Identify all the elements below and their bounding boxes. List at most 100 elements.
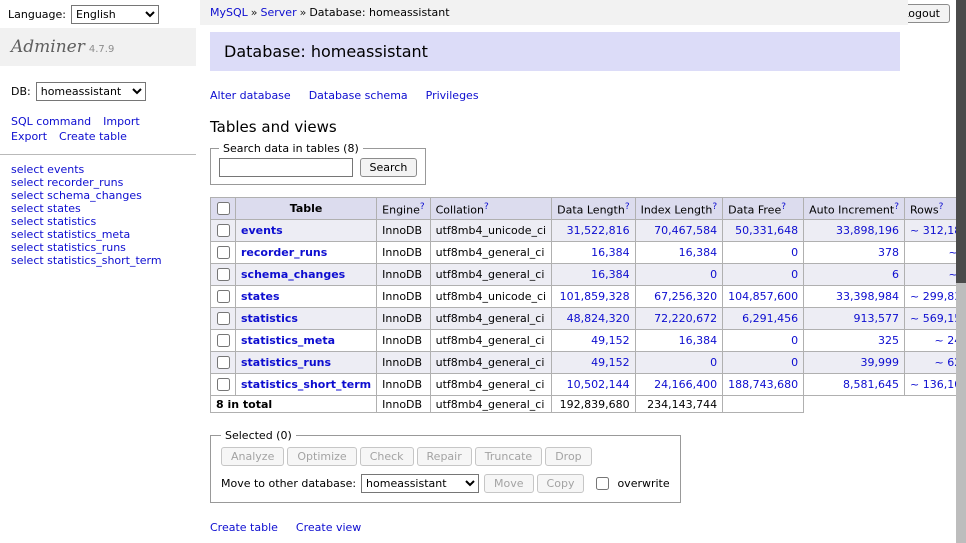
auto-increment-link[interactable]: 33,398,984	[836, 290, 899, 303]
data-length-link[interactable]: 101,859,328	[560, 290, 630, 303]
index-length-cell: 16,384	[635, 330, 723, 352]
index-length-link[interactable]: 16,384	[679, 334, 718, 347]
scrollbar-thumb[interactable]	[956, 0, 966, 283]
sidebar-select-statistics[interactable]: select statistics	[11, 215, 196, 228]
table-link-states[interactable]: states	[241, 290, 280, 303]
action-link-database-schema[interactable]: Database schema	[309, 89, 408, 102]
help-link[interactable]: ?	[625, 202, 630, 212]
adminer-logo-text[interactable]: Adminer	[11, 37, 85, 57]
data-free-link[interactable]: 104,857,600	[728, 290, 798, 303]
data-free-link[interactable]: 6,291,456	[742, 312, 798, 325]
sidebar-select-states[interactable]: select states	[11, 202, 196, 215]
action-link-privileges[interactable]: Privileges	[426, 89, 479, 102]
auto-increment-link[interactable]: 6	[892, 268, 899, 281]
index-length-link[interactable]: 0	[710, 356, 717, 369]
overwrite-label[interactable]: overwrite	[617, 477, 669, 490]
table-link-schema-changes[interactable]: schema_changes	[241, 268, 345, 281]
auto-increment-link[interactable]: 39,999	[861, 356, 900, 369]
row-checkbox[interactable]	[217, 246, 230, 259]
sidebar-select-recorder-runs[interactable]: select recorder_runs	[11, 176, 196, 189]
table-link-statistics[interactable]: statistics	[241, 312, 298, 325]
sidebar-link-create-table[interactable]: Create table	[59, 130, 127, 143]
data-length-link[interactable]: 16,384	[591, 246, 630, 259]
auto-increment-link[interactable]: 325	[878, 334, 899, 347]
row-checkbox[interactable]	[217, 334, 230, 347]
optimize-button[interactable]: Optimize	[287, 447, 356, 466]
index-length-link[interactable]: 70,467,584	[654, 224, 717, 237]
index-length-link[interactable]: 0	[710, 268, 717, 281]
table-link-statistics-runs[interactable]: statistics_runs	[241, 356, 331, 369]
sidebar-select-statistics-meta[interactable]: select statistics_meta	[11, 228, 196, 241]
move-button[interactable]: Move	[484, 474, 534, 493]
auto-increment-link[interactable]: 378	[878, 246, 899, 259]
help-link[interactable]: ?	[939, 202, 944, 212]
help-link[interactable]: ?	[712, 202, 717, 212]
index-length-link[interactable]: 67,256,320	[654, 290, 717, 303]
sidebar-select-statistics-runs[interactable]: select statistics_runs	[11, 241, 196, 254]
index-length-link[interactable]: 72,220,672	[654, 312, 717, 325]
sidebar-select-events[interactable]: select events	[11, 163, 196, 176]
auto-increment-cell: 325	[804, 330, 905, 352]
engine-cell: InnoDB	[377, 286, 430, 308]
data-length-link[interactable]: 49,152	[591, 334, 630, 347]
sidebar-link-sql-command[interactable]: SQL command	[11, 115, 91, 128]
data-length-link[interactable]: 48,824,320	[567, 312, 630, 325]
table-link-statistics-meta[interactable]: statistics_meta	[241, 334, 335, 347]
sidebar-select-statistics-short-term[interactable]: select statistics_short_term	[11, 254, 196, 267]
data-length-link[interactable]: 31,522,816	[567, 224, 630, 237]
move-db-select[interactable]: homeassistant	[361, 474, 479, 493]
row-checkbox[interactable]	[217, 224, 230, 237]
scrollbar[interactable]	[956, 0, 966, 543]
data-length-cell: 10,502,144	[552, 374, 635, 396]
db-select[interactable]: homeassistant	[36, 82, 146, 101]
breadcrumb-mysql-link[interactable]: MySQL	[210, 6, 248, 19]
help-link[interactable]: ?	[484, 202, 489, 212]
data-free-link[interactable]: 0	[791, 334, 798, 347]
auto-increment-link[interactable]: 8,581,645	[843, 378, 899, 391]
check-button[interactable]: Check	[360, 447, 414, 466]
data-free-link[interactable]: 0	[791, 356, 798, 369]
row-checkbox[interactable]	[217, 312, 230, 325]
row-checkbox[interactable]	[217, 290, 230, 303]
action-link-alter-database[interactable]: Alter database	[210, 89, 291, 102]
sidebar-link-export[interactable]: Export	[11, 130, 47, 143]
search-input[interactable]	[219, 158, 353, 177]
index-length-link[interactable]: 16,384	[679, 246, 718, 259]
index-length-link[interactable]: 24,166,400	[654, 378, 717, 391]
help-link[interactable]: ?	[420, 202, 425, 212]
sidebar-select-schema-changes[interactable]: select schema_changes	[11, 189, 196, 202]
data-length-link[interactable]: 10,502,144	[567, 378, 630, 391]
drop-button[interactable]: Drop	[545, 447, 591, 466]
select-all-checkbox[interactable]	[217, 202, 230, 215]
row-checkbox[interactable]	[217, 268, 230, 281]
truncate-button[interactable]: Truncate	[475, 447, 542, 466]
data-free-link[interactable]: 50,331,648	[735, 224, 798, 237]
table-link-statistics-short-term[interactable]: statistics_short_term	[241, 378, 371, 391]
auto-increment-link[interactable]: 33,898,196	[836, 224, 899, 237]
auto-increment-link[interactable]: 913,577	[854, 312, 900, 325]
help-link[interactable]: ?	[894, 202, 899, 212]
copy-button[interactable]: Copy	[537, 474, 585, 493]
sidebar-link-import[interactable]: Import	[103, 115, 140, 128]
index-length-cell: 16,384	[635, 242, 723, 264]
create-link-create-table[interactable]: Create table	[210, 521, 278, 534]
repair-button[interactable]: Repair	[417, 447, 472, 466]
column-header-data-length: Data Length?	[552, 198, 635, 220]
breadcrumb-server-link[interactable]: Server	[261, 6, 297, 19]
data-length-link[interactable]: 16,384	[591, 268, 630, 281]
row-checkbox[interactable]	[217, 378, 230, 391]
data-free-link[interactable]: 188,743,680	[728, 378, 798, 391]
table-link-recorder-runs[interactable]: recorder_runs	[241, 246, 327, 259]
overwrite-checkbox[interactable]	[596, 477, 609, 490]
data-free-link[interactable]: 0	[791, 246, 798, 259]
create-link-create-view[interactable]: Create view	[296, 521, 361, 534]
row-checkbox[interactable]	[217, 356, 230, 369]
help-link[interactable]: ?	[781, 202, 786, 212]
analyze-button[interactable]: Analyze	[221, 447, 284, 466]
data-length-link[interactable]: 49,152	[591, 356, 630, 369]
data-free-link[interactable]: 0	[791, 268, 798, 281]
table-link-events[interactable]: events	[241, 224, 283, 237]
language-select[interactable]: English	[71, 5, 159, 24]
auto-increment-cell: 8,581,645	[804, 374, 905, 396]
search-button[interactable]: Search	[360, 158, 418, 177]
